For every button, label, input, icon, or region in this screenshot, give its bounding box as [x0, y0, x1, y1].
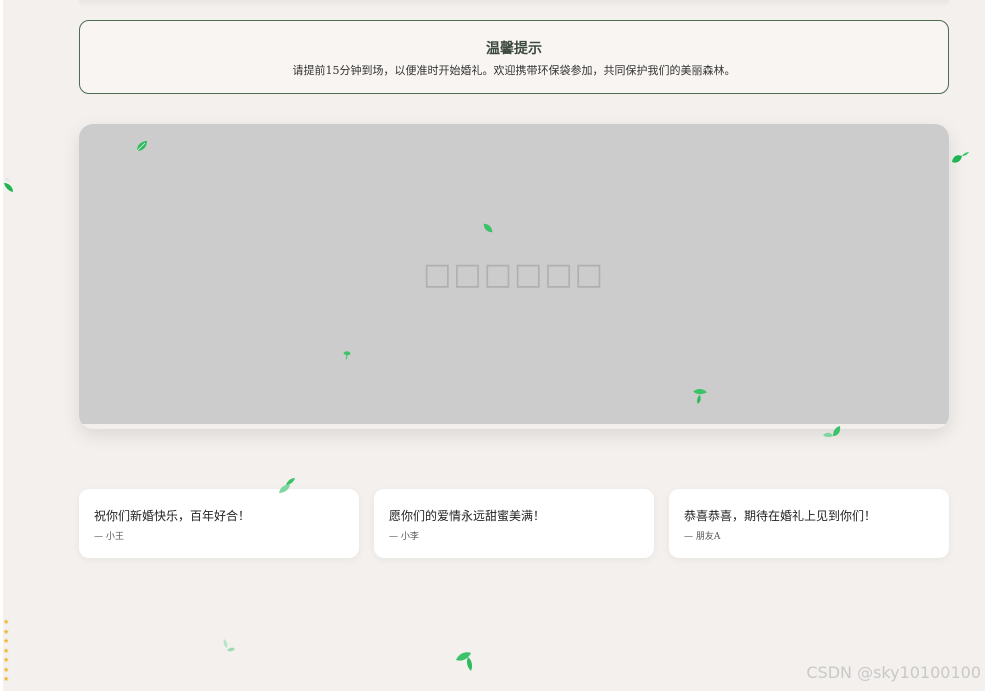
leaf-icon [952, 152, 969, 163]
star-icon: ★ ★ ★ ★ ★ ★ ★ [3, 618, 10, 683]
wish-message: 祝你们新婚快乐，百年好合！ [94, 509, 251, 523]
leaf-icon [693, 388, 707, 404]
left-edge-strip [0, 0, 3, 691]
leaf-icon [136, 141, 147, 152]
notice-title: 温馨提示 [486, 41, 542, 57]
photo-placeholder: □□□□□□ [79, 124, 949, 424]
leaf-icon [456, 652, 472, 671]
leaf-icon [823, 426, 841, 438]
wish-author: — 小王 [94, 532, 124, 542]
photo-placeholder-text: □□□□□□ [422, 256, 606, 292]
leaf-icon [223, 639, 235, 652]
wish-author: — 小李 [389, 532, 419, 542]
leaf-icon [343, 351, 351, 360]
watermark: CSDN @sky10100100 [806, 663, 981, 682]
wish-card: 恭喜恭喜，期待在婚礼上见到你们！ — 朋友A [669, 489, 949, 558]
notice-body: 请提前15分钟到场，以便准时开始婚礼。欢迎携带环保袋参加，共同保护我们的美丽森林… [292, 64, 736, 77]
wish-message: 愿你们的爱情永远甜蜜美满！ [389, 509, 546, 523]
previous-card-edge [79, 0, 949, 8]
wish-message: 恭喜恭喜，期待在婚礼上见到你们！ [684, 509, 877, 523]
reminder-notice: 温馨提示 请提前15分钟到场，以便准时开始婚礼。欢迎携带环保袋参加，共同保护我们… [79, 20, 949, 94]
leaf-icon [4, 178, 13, 192]
wish-card: 愿你们的爱情永远甜蜜美满！ — 小李 [374, 489, 654, 558]
leaf-icon [279, 478, 295, 493]
wish-author: — 朋友A [684, 532, 721, 542]
wish-card: 祝你们新婚快乐，百年好合！ — 小王 [79, 489, 359, 558]
photo-card: □□□□□□ [79, 124, 949, 429]
leaf-icon [483, 223, 493, 233]
